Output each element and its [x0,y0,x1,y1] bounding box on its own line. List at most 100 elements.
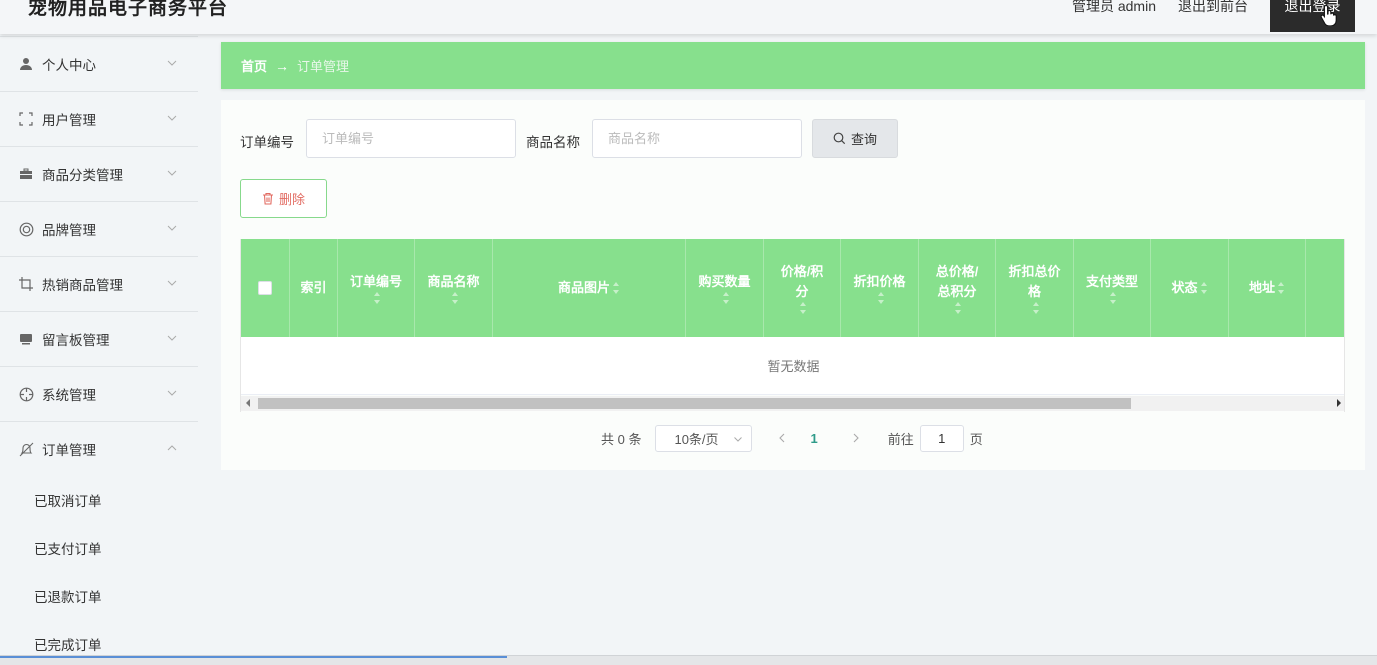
sort-icon[interactable] [1200,282,1208,294]
scroll-right-arrow-icon[interactable] [1337,399,1341,407]
column-header-label: 价格/积分 [780,264,824,299]
goto-label: 前往 [887,432,914,447]
column-header-label: 折扣价格 [853,274,906,289]
chevron-up-icon [167,445,177,451]
crosshair-icon [18,386,34,402]
bottom-scrollbar[interactable] [0,655,1377,665]
sidebar-item-label: 商品分类管理 [42,168,123,183]
sort-icon[interactable] [613,282,620,294]
column-header-label: 索引 [300,280,327,295]
breadcrumb-home-link[interactable]: 首页 [241,56,267,75]
sidebar-item-label: 留言板管理 [42,333,110,348]
bell-off-icon [18,441,34,457]
chevron-right-icon [853,433,859,443]
search-icon [833,132,846,145]
prev-page-button[interactable] [772,431,792,446]
breadcrumb: 首页 → 订单管理 [221,42,1365,89]
sidebar-item-label: 个人中心 [42,58,96,73]
sort-icon[interactable] [800,302,807,314]
table-empty-row: 暂无数据 [241,337,1344,395]
select-all-column [241,239,290,337]
order-no-label: 订单编号 [240,135,294,150]
sidebar-item-label: 品牌管理 [42,223,96,238]
crop-icon [18,276,34,292]
sort-icon[interactable] [451,292,459,304]
lifebuoy-icon [18,221,34,237]
column-header[interactable]: 地址 [1229,239,1306,337]
page-size-value: 10条/页 [674,432,719,447]
pagination-total: 共 0 条 [601,432,642,447]
column-header-label: 购买数量 [698,274,751,289]
sort-icon[interactable] [955,302,962,314]
hand-cursor-icon [1320,4,1337,26]
sidebar-item-label: 用户管理 [42,113,96,128]
column-header[interactable]: 商品名称 [415,239,493,337]
sort-icon[interactable] [1278,282,1285,294]
order-no-input[interactable] [306,119,516,158]
sidebar-item-order-management[interactable]: 订单管理 [0,421,198,476]
column-header-label: 状态 [1171,280,1198,295]
search-button[interactable]: 查询 [812,119,898,158]
sidebar-item-hot-products[interactable]: 热销商品管理 [0,256,198,311]
frame-icon [18,111,34,127]
column-header[interactable]: 状态 [1151,239,1229,337]
back-to-front-link[interactable]: 退出到前台 [1178,0,1248,18]
chevron-down-icon [167,225,177,231]
chevron-down-icon [167,280,177,286]
column-header[interactable]: 折扣总价格 [996,239,1074,337]
sidebar-item-brand-management[interactable]: 品牌管理 [0,201,198,256]
chevron-down-icon [167,115,177,121]
column-header[interactable]: 商品图片 [493,239,686,337]
column-header[interactable]: 支付类型 [1074,239,1151,337]
page-suffix-label: 页 [969,432,983,447]
sort-icon[interactable] [1110,292,1117,304]
column-header[interactable]: 总价格/总积分 [919,239,996,337]
chevron-down-icon [734,437,743,442]
user-icon [18,56,34,72]
logout-button[interactable]: 退出登录 [1270,0,1355,32]
product-name-label: 商品名称 [526,135,580,150]
scrollbar-thumb[interactable] [258,398,1131,409]
sort-icon[interactable] [877,292,885,304]
sidebar: 个人中心 用户管理 商品分类管理 品牌管理 热销商品管理 留言板管理 系统管理 … [0,34,198,665]
column-header-label: 支付类型 [1085,274,1138,289]
top-bar: 宠物用品电子商务平台 管理员 admin 退出到前台 退出登录 [0,0,1377,34]
sidebar-item-label: 热销商品管理 [42,278,123,293]
sidebar-item-label: 订单管理 [42,443,96,458]
chevron-down-icon [167,335,177,341]
page-load-progress [0,656,507,658]
search-button-label: 查询 [850,132,877,147]
submenu-item-paid-orders[interactable]: 已支付订单 [0,524,198,572]
column-header[interactable]: 订单编号 [338,239,415,337]
sidebar-item-message-board[interactable]: 留言板管理 [0,311,198,366]
submenu-item-refunded-orders[interactable]: 已退款订单 [0,572,198,620]
chevron-down-icon [167,60,177,66]
sort-icon[interactable] [722,292,730,304]
product-name-input[interactable] [592,119,802,158]
chevron-left-icon [779,433,785,443]
top-right-actions: 管理员 admin 退出到前台 退出登录 [1072,0,1355,32]
chevron-down-icon [167,170,177,176]
sort-icon[interactable] [1032,302,1040,314]
column-header[interactable]: 购买数量 [686,239,764,337]
sidebar-item-category-management[interactable]: 商品分类管理 [0,146,198,201]
horizontal-scrollbar[interactable] [241,396,1344,411]
sidebar-item-personal-center[interactable]: 个人中心 [0,36,198,91]
delete-button[interactable]: 删除 [240,179,327,218]
select-all-checkbox[interactable] [258,281,272,295]
delete-button-label: 删除 [278,192,305,207]
column-header[interactable]: 价格/积分 [764,239,841,337]
page-number-current[interactable]: 1 [810,431,817,446]
goto-page-input[interactable] [919,425,964,452]
next-page-button[interactable] [846,431,866,446]
column-header-label: 商品图片 [557,280,610,295]
scroll-left-arrow-icon[interactable] [246,399,250,407]
sort-icon[interactable] [374,292,381,304]
sidebar-item-system-management[interactable]: 系统管理 [0,366,198,421]
column-header-label: 订单编号 [349,274,402,289]
submenu-item-cancelled-orders[interactable]: 已取消订单 [0,476,198,524]
page-size-select[interactable]: 10条/页 [655,425,753,452]
sidebar-item-user-management[interactable]: 用户管理 [0,91,198,146]
column-header[interactable]: 折扣价格 [841,239,919,337]
column-header-label: 总价格/总积分 [935,264,979,299]
